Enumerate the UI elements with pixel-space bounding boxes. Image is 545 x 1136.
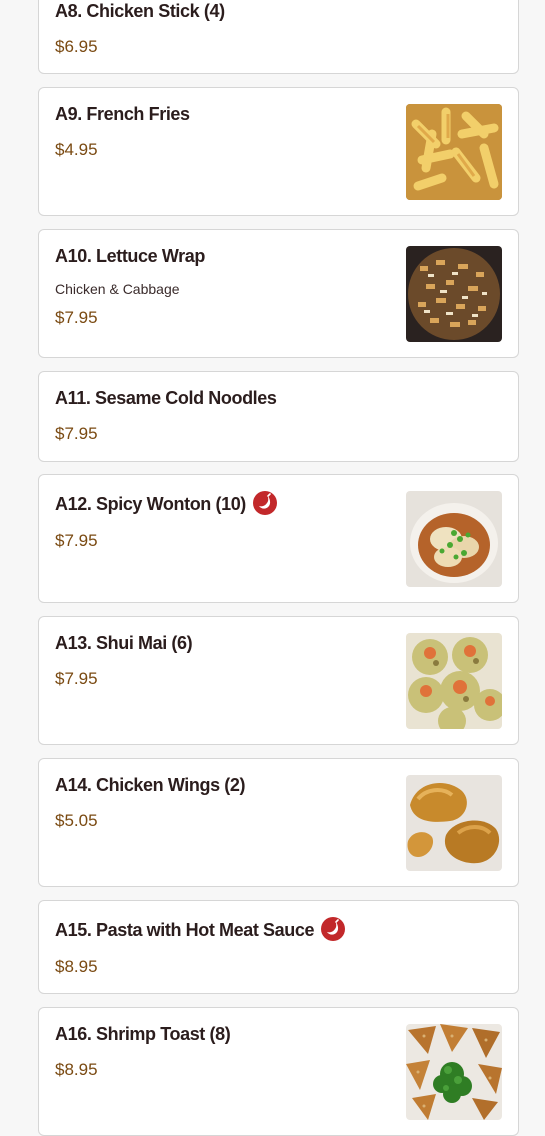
spicy-wonton-image — [406, 491, 502, 587]
menu-item-name: A16. Shrimp Toast (8) — [55, 1024, 231, 1044]
menu-item-card[interactable]: A11. Sesame Cold Noodles $7.95 — [38, 371, 519, 462]
menu-item-price: $7.95 — [55, 308, 98, 327]
menu-item-card[interactable]: A14. Chicken Wings (2) $5.05 — [38, 758, 519, 887]
menu-item-description: Chicken & Cabbage — [55, 281, 180, 297]
menu-item-price: $7.95 — [55, 531, 98, 550]
menu-item-name-text: A12. Spicy Wonton (10) — [55, 494, 246, 514]
menu-item-name: A12. Spicy Wonton (10) — [55, 491, 277, 515]
menu-item-price: $7.95 — [55, 669, 98, 688]
menu-item-price: $6.95 — [55, 37, 98, 56]
menu-item-name: A8. Chicken Stick (4) — [55, 1, 225, 21]
menu-item-name: A15. Pasta with Hot Meat Sauce — [55, 917, 346, 941]
spicy-icon — [252, 491, 277, 515]
french-fries-image — [406, 104, 502, 200]
menu-item-card[interactable]: A13. Shui Mai (6) $7.95 — [38, 616, 519, 745]
menu-item-card[interactable]: A8. Chicken Stick (4) $6.95 — [38, 0, 519, 74]
menu-item-card[interactable]: A16. Shrimp Toast (8) $8.95 — [38, 1007, 519, 1136]
menu-item-name: A14. Chicken Wings (2) — [55, 775, 246, 795]
menu-item-price: $5.05 — [55, 811, 98, 830]
chicken-wings-image — [406, 775, 502, 871]
menu-item-card[interactable]: A10. Lettuce Wrap Chicken & Cabbage $7.9… — [38, 229, 519, 358]
menu-item-name: A10. Lettuce Wrap — [55, 246, 205, 266]
spicy-icon — [321, 917, 346, 941]
menu-item-name-text: A15. Pasta with Hot Meat Sauce — [55, 920, 315, 940]
menu-item-name: A13. Shui Mai (6) — [55, 633, 193, 653]
menu-item-card[interactable]: A9. French Fries $4.95 — [38, 87, 519, 216]
menu-item-price: $7.95 — [55, 424, 98, 443]
shui-mai-image — [406, 633, 502, 729]
shrimp-toast-image — [406, 1024, 502, 1120]
menu-item-card[interactable]: A12. Spicy Wonton (10) $7.95 — [38, 474, 519, 603]
menu-item-price: $4.95 — [55, 140, 98, 159]
menu-item-card[interactable]: A15. Pasta with Hot Meat Sauce $8.95 — [38, 900, 519, 994]
lettuce-wrap-image — [406, 246, 502, 342]
menu-item-name: A11. Sesame Cold Noodles — [55, 388, 277, 408]
menu-item-price: $8.95 — [55, 957, 98, 976]
menu-item-price: $8.95 — [55, 1060, 98, 1079]
menu-item-name: A9. French Fries — [55, 104, 190, 124]
